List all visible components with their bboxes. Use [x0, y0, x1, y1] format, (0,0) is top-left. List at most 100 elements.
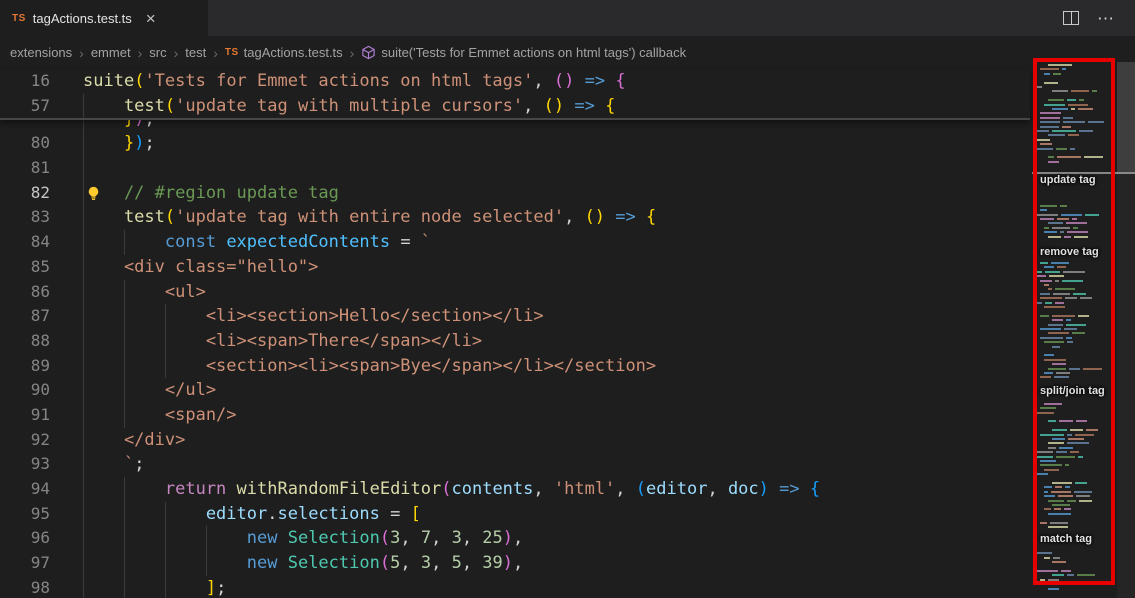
- split-editor-icon[interactable]: [1063, 11, 1079, 25]
- breadcrumb-item-extensions[interactable]: extensions: [10, 45, 72, 60]
- code-text[interactable]: new Selection(3, 7, 3, 25),: [83, 526, 523, 551]
- code-text[interactable]: <li><span>There</span></li>: [83, 329, 482, 354]
- breadcrumb-item-tagactions[interactable]: TStagActions.test.ts: [225, 45, 343, 60]
- code-text[interactable]: // #region update tag: [83, 181, 339, 206]
- code-text[interactable]: test('update tag with multiple cursors',…: [83, 94, 615, 119]
- code-line-92[interactable]: 92 </div>: [0, 428, 1030, 453]
- minimap-line: [1062, 280, 1083, 282]
- line-number[interactable]: 98: [0, 576, 50, 598]
- breadcrumb-item-src[interactable]: src: [149, 45, 166, 60]
- line-number[interactable]: 16: [0, 69, 50, 94]
- breadcrumb-item-suite[interactable]: suite('Tests for Emmet actions on html t…: [361, 45, 686, 60]
- line-number[interactable]: 92: [0, 428, 50, 453]
- indent-guide: [124, 551, 165, 576]
- code-line-clipped[interactable]: });: [0, 120, 1030, 131]
- code-text[interactable]: <ul>: [83, 280, 206, 305]
- sticky-scroll[interactable]: 16 suite('Tests for Emmet actions on html…: [0, 69, 1030, 120]
- line-number[interactable]: 87: [0, 304, 50, 329]
- code-line-84[interactable]: 84 const expectedContents = `: [0, 230, 1030, 255]
- line-number[interactable]: 57: [0, 94, 50, 119]
- editor[interactable]: 16 suite('Tests for Emmet actions on html…: [0, 69, 1030, 598]
- line-number[interactable]: 86: [0, 280, 50, 305]
- line-number[interactable]: 96: [0, 526, 50, 551]
- breadcrumb-item-emmet[interactable]: emmet: [91, 45, 131, 60]
- minimap-line: [1044, 495, 1055, 497]
- minimap-line: [1036, 456, 1053, 458]
- code-line-57[interactable]: 57 test('update tag with multiple cursors…: [0, 94, 1030, 119]
- token-pun: [216, 232, 226, 252]
- line-number[interactable]: 88: [0, 329, 50, 354]
- minimap-line: [1084, 156, 1103, 158]
- breadcrumb-item-test[interactable]: test: [185, 45, 206, 60]
- line-number[interactable]: 81: [0, 156, 50, 181]
- code-line-97[interactable]: 97 new Selection(5, 3, 5, 39),: [0, 551, 1030, 576]
- code-line-96[interactable]: 96 new Selection(3, 7, 3, 25),: [0, 526, 1030, 551]
- code-text[interactable]: new Selection(5, 3, 5, 39),: [83, 551, 523, 576]
- more-actions-icon[interactable]: ⋯: [1097, 10, 1115, 27]
- minimap-line: [1048, 442, 1064, 444]
- code-text[interactable]: });: [83, 131, 155, 156]
- scrollbar[interactable]: [1117, 62, 1135, 598]
- code-line-89[interactable]: 89 <section><li><span>Bye</span></li></se…: [0, 354, 1030, 379]
- minimap-line: [1066, 324, 1086, 326]
- code-text[interactable]: });: [83, 120, 155, 131]
- close-icon[interactable]: ×: [146, 10, 156, 27]
- line-number[interactable]: 89: [0, 354, 50, 379]
- code-text[interactable]: <li><section>Hello</section></li>: [83, 304, 544, 329]
- code-text[interactable]: </ul>: [83, 378, 216, 403]
- code-text[interactable]: <div class="hello">: [83, 255, 318, 280]
- code-line-91[interactable]: 91 <span/>: [0, 403, 1030, 428]
- line-number[interactable]: 91: [0, 403, 50, 428]
- code-text[interactable]: <section><li><span>Bye</span></li></sect…: [83, 354, 656, 379]
- code-text[interactable]: editor.selections = [: [83, 502, 421, 527]
- code-line-88[interactable]: 88 <li><span>There</span></li>: [0, 329, 1030, 354]
- tab-tagactions-test-ts[interactable]: TS tagActions.test.ts ×: [0, 0, 208, 36]
- indent-guide: [83, 403, 124, 428]
- token-str: </div>: [124, 430, 185, 450]
- line-number[interactable]: 85: [0, 255, 50, 280]
- code-line-16[interactable]: 16 suite('Tests for Emmet actions on html…: [0, 69, 1030, 94]
- code-line-94[interactable]: 94 return withRandomFileEditor(contents, …: [0, 477, 1030, 502]
- code-line-85[interactable]: 85 <div class="hello">: [0, 255, 1030, 280]
- minimap-line: [1044, 403, 1062, 405]
- code-text[interactable]: suite('Tests for Emmet actions on html t…: [83, 69, 626, 94]
- line-number[interactable]: [0, 120, 50, 131]
- minimap-line: [1040, 522, 1047, 524]
- gutter: [50, 502, 83, 527]
- line-number[interactable]: 95: [0, 502, 50, 527]
- code-line-90[interactable]: 90 </ul>: [0, 378, 1030, 403]
- minimap-line: [1040, 68, 1059, 70]
- line-number[interactable]: 82: [0, 181, 50, 206]
- code-line-81[interactable]: 81: [0, 156, 1030, 181]
- scrollbar-slider[interactable]: [1117, 62, 1135, 172]
- code-line-86[interactable]: 86 <ul>: [0, 280, 1030, 305]
- code-text[interactable]: <span/>: [83, 403, 237, 428]
- line-number[interactable]: 90: [0, 378, 50, 403]
- line-number[interactable]: 97: [0, 551, 50, 576]
- code-text[interactable]: [83, 156, 124, 181]
- code-text[interactable]: </div>: [83, 428, 185, 453]
- code-text[interactable]: ];: [83, 576, 226, 598]
- code-text[interactable]: `;: [83, 452, 144, 477]
- token-kw: =>: [615, 207, 635, 227]
- line-number[interactable]: 80: [0, 131, 50, 156]
- code-text[interactable]: return withRandomFileEditor(contents, 'h…: [83, 477, 820, 502]
- code-line-83[interactable]: 83 test('update tag with entire node sele…: [0, 205, 1030, 230]
- code-text[interactable]: test('update tag with entire node select…: [83, 205, 656, 230]
- lightbulb-icon[interactable]: [86, 186, 101, 201]
- code-text[interactable]: const expectedContents = `: [83, 230, 431, 255]
- line-number[interactable]: 83: [0, 205, 50, 230]
- minimap-line: [1064, 236, 1070, 238]
- code-line-93[interactable]: 93 `;: [0, 452, 1030, 477]
- line-number[interactable]: 94: [0, 477, 50, 502]
- line-number[interactable]: 93: [0, 452, 50, 477]
- code-line-87[interactable]: 87 <li><section>Hello</section></li>: [0, 304, 1030, 329]
- minimap-line: [1048, 447, 1056, 449]
- minimap[interactable]: update tagremove tagsplit/join tagmatch …: [1030, 62, 1135, 598]
- minimap-line: [1044, 227, 1049, 229]
- code-line-98[interactable]: 98];: [0, 576, 1030, 598]
- code-line-80[interactable]: 80});: [0, 131, 1030, 156]
- line-number[interactable]: 84: [0, 230, 50, 255]
- code-line-95[interactable]: 95 editor.selections = [: [0, 502, 1030, 527]
- code-line-82[interactable]: 82 // #region update tag: [0, 181, 1030, 206]
